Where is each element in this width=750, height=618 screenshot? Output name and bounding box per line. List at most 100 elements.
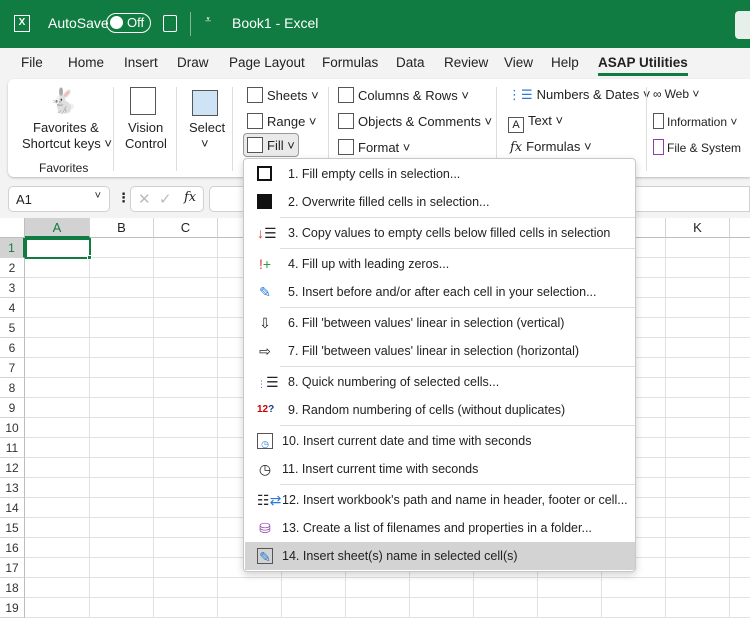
menu-item-label: 9. Random numbering of cells (without du… — [288, 403, 566, 417]
menu-item-insert-sheet-name[interactable]: ✎ 14. Insert sheet(s) name in selected ce… — [245, 542, 635, 570]
tab-page-layout[interactable]: Page Layout — [229, 55, 305, 70]
menu-item-label: 7. Fill 'between values' linear in selec… — [288, 344, 580, 358]
autosave-toggle[interactable]: Off — [106, 13, 151, 33]
row-header-6[interactable]: 6 — [0, 338, 25, 358]
objects-comments-button[interactable]: Objects & Comments ˅ — [338, 113, 492, 129]
menu-item-date-time[interactable]: ◷ 10. Insert current date and time with s… — [245, 427, 635, 455]
column-gridline — [217, 238, 218, 618]
customize-qat-icon[interactable]: ⩡ — [205, 14, 211, 27]
tab-help[interactable]: Help — [551, 55, 579, 70]
ribbon-tabs: File Home Insert Draw Page Layout Formul… — [0, 48, 750, 78]
fill-button[interactable]: Fill ˅ — [243, 133, 299, 157]
row-header-14[interactable]: 14 — [0, 498, 25, 518]
fill-dropdown-menu: 1. Fill empty cells in selection... 2. O… — [243, 158, 636, 572]
row-header-18[interactable]: 18 — [0, 578, 25, 598]
menu-item-fill-vertical[interactable]: ⇩ 6. Fill 'between values' linear in sele… — [245, 309, 635, 337]
calendar-clock-icon: ◷ — [257, 433, 273, 449]
select-all-button[interactable] — [0, 218, 25, 238]
name-box[interactable]: A1 ˅ — [8, 186, 110, 212]
sheets-button[interactable]: Sheets ˅ — [247, 87, 319, 103]
enter-icon[interactable]: ✓ — [159, 190, 172, 208]
tab-home[interactable]: Home — [68, 55, 104, 70]
menu-item-fill-empty[interactable]: 1. Fill empty cells in selection... — [245, 160, 635, 188]
random-numbers-icon: 12? — [257, 404, 275, 415]
column-header-b[interactable]: B — [90, 218, 154, 238]
menu-item-quick-numbering[interactable]: ⋮☰ 8. Quick numbering of selected cells..… — [245, 368, 635, 396]
row-header-7[interactable]: 7 — [0, 358, 25, 378]
tab-file[interactable]: File — [21, 55, 43, 70]
row-header-17[interactable]: 17 — [0, 558, 25, 578]
objects-comments-label: Objects & Comments — [358, 114, 481, 129]
row-header-2[interactable]: 2 — [0, 258, 25, 278]
row-header-4[interactable]: 4 — [0, 298, 25, 318]
row-header-10[interactable]: 10 — [0, 418, 25, 438]
link-icon: ∞ — [653, 87, 662, 101]
menu-item-current-time[interactable]: ◷ 11. Insert current time with seconds — [245, 455, 635, 483]
tab-formulas[interactable]: Formulas — [322, 55, 378, 70]
tab-review[interactable]: Review — [444, 55, 488, 70]
row-header-5[interactable]: 5 — [0, 318, 25, 338]
row-header-9[interactable]: 9 — [0, 398, 25, 418]
search-box[interactable] — [735, 11, 750, 39]
tab-insert[interactable]: Insert — [124, 55, 158, 70]
vision-control-button[interactable]: Vision — [128, 120, 163, 135]
formulas-button[interactable]: fx Formulas ˅ — [510, 139, 592, 155]
information-button[interactable]: Information ˅ — [653, 113, 737, 129]
menu-item-label: 6. Fill 'between values' linear in selec… — [288, 316, 565, 330]
tab-data[interactable]: Data — [396, 55, 425, 70]
fill-handle[interactable] — [87, 255, 92, 260]
menu-item-label: 5. Insert before and/or after each cell … — [288, 285, 597, 299]
menu-item-fill-horizontal[interactable]: ⇨ 7. Fill 'between values' linear in sele… — [245, 337, 635, 365]
text-button[interactable]: A Text ˅ — [508, 113, 563, 133]
row-header-16[interactable]: 16 — [0, 538, 25, 558]
menu-item-leading-zeros[interactable]: !+ 4. Fill up with leading zeros... — [245, 250, 635, 278]
menu-item-label: 8. Quick numbering of selected cells... — [288, 375, 500, 389]
menu-item-overwrite-filled[interactable]: 2. Overwrite filled cells in selection..… — [245, 188, 635, 216]
column-header-c[interactable]: C — [154, 218, 218, 238]
formula-buttons: ✕ ✓ fx — [130, 186, 204, 212]
tab-view[interactable]: View — [504, 55, 533, 70]
row-header-19[interactable]: 19 — [0, 598, 25, 618]
information-label: Information — [667, 115, 728, 129]
row-header-3[interactable]: 3 — [0, 278, 25, 298]
save-icon[interactable] — [163, 15, 177, 32]
tab-asap-utilities[interactable]: ASAP Utilities — [598, 55, 688, 76]
file-system-button[interactable]: File & System — [653, 139, 741, 155]
menu-item-insert-before-after[interactable]: ✎ 5. Insert before and/or after each cell… — [245, 278, 635, 306]
row-header-8[interactable]: 8 — [0, 378, 25, 398]
row-header-13[interactable]: 13 — [0, 478, 25, 498]
text-label: Text — [528, 113, 552, 128]
menu-item-random-numbering[interactable]: 12? 9. Random numbering of cells (without… — [245, 396, 635, 424]
file-system-label: File & System — [667, 141, 742, 155]
favorites-button[interactable]: Favorites & — [33, 120, 99, 135]
more-options-icon[interactable]: ⋮ — [117, 190, 130, 206]
row-header-11[interactable]: 11 — [0, 438, 25, 458]
name-box-value: A1 — [16, 192, 32, 207]
empty-square-icon — [257, 166, 272, 181]
row-header-1[interactable]: 1 — [0, 238, 25, 258]
tab-draw[interactable]: Draw — [177, 55, 209, 70]
select-button[interactable]: Select — [189, 120, 225, 135]
shortcut-keys-button[interactable]: Shortcut keys ˅ — [22, 136, 112, 151]
insert-function-icon[interactable]: fx — [184, 190, 196, 205]
menu-item-list-filenames[interactable]: ⛁ 13. Create a list of filenames and prop… — [245, 514, 635, 542]
shortcut-label: Shortcut keys — [22, 136, 101, 151]
row-header-15[interactable]: 15 — [0, 518, 25, 538]
active-cell-a1[interactable] — [25, 238, 91, 259]
column-header-k[interactable]: K — [666, 218, 730, 238]
fx-icon: fx — [510, 140, 523, 155]
web-label: Web — [664, 87, 690, 101]
range-button[interactable]: Range ˅ — [247, 113, 317, 129]
format-button[interactable]: Format ˅ — [338, 139, 410, 155]
menu-item-copy-values-down[interactable]: ↓☰ 3. Copy values to empty cells below fi… — [245, 219, 635, 247]
cancel-icon[interactable]: ✕ — [138, 190, 151, 208]
numbered-list-icon: ⋮☰ — [508, 87, 533, 102]
menu-item-workbook-path[interactable]: ☷⇄ 12. Insert workbook's path and name in… — [245, 486, 635, 514]
row-header-12[interactable]: 12 — [0, 458, 25, 478]
column-header-a[interactable]: A — [25, 218, 90, 238]
row-gridline — [25, 597, 750, 598]
database-file-icon: ⛁ — [259, 520, 271, 536]
web-button[interactable]: ∞ Web ˅ — [653, 87, 699, 101]
numbers-dates-button[interactable]: ⋮☰ Numbers & Dates ˅ — [508, 87, 650, 103]
columns-rows-button[interactable]: Columns & Rows ˅ — [338, 87, 469, 103]
